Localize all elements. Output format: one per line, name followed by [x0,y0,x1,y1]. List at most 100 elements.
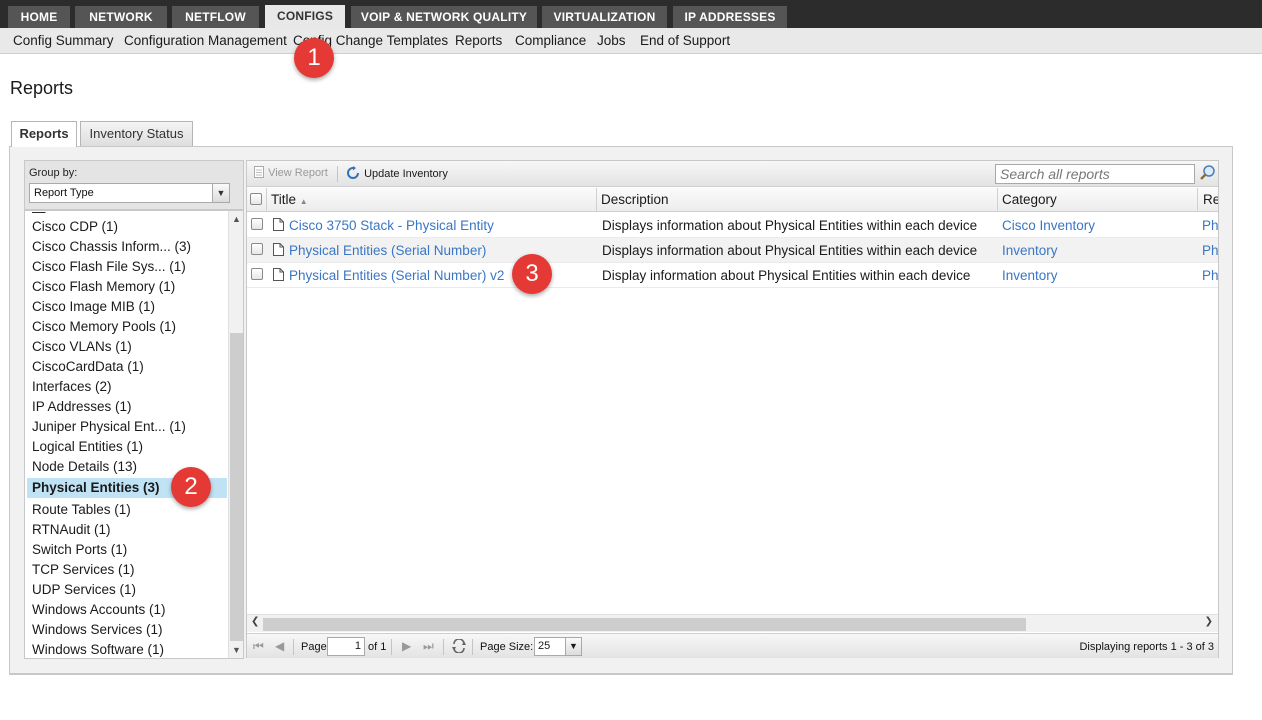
tab-virtualization[interactable]: VIRTUALIZATION [542,6,667,28]
list-item[interactable]: Interfaces (2) [32,379,112,394]
tab-voip[interactable]: VOIP & NETWORK QUALITY [351,6,537,28]
search-input[interactable]: Search all reports [995,164,1195,184]
page-size-value: 25 [538,640,551,652]
group-by-select[interactable]: Report Type ▼ [29,183,230,203]
list-item[interactable]: Windows Software (1) [32,642,164,657]
tab-configs[interactable]: CONFIGS [265,5,345,28]
tab-network[interactable]: NETWORK [75,6,167,28]
row-checkbox[interactable] [251,268,263,280]
document-icon [273,243,284,256]
column-category[interactable]: Category [998,188,1198,212]
page-title: Reports [10,78,74,98]
subnav-config-summary[interactable]: Config Summary [13,33,114,48]
view-report-label: View Report [268,167,328,179]
group-by-label: Group by: [29,167,78,179]
report-type-link[interactable]: Ph [1202,238,1218,263]
annotation-marker-2: 2 [171,467,211,507]
category-link[interactable]: Inventory [1002,263,1192,288]
update-inventory-button[interactable]: Update Inventory [345,166,448,180]
top-navigation: HOME NETWORK NETFLOW CONFIGS VOIP & NETW… [0,0,1262,28]
category-link[interactable]: Inventory [1002,238,1192,263]
page-number-input[interactable]: 1 [327,637,365,656]
column-title[interactable]: Title ▲ [267,188,597,212]
list-item[interactable]: Cisco Flash File Sys... (1) [32,259,186,274]
title-cell: Cisco 3750 Stack - Physical Entity [273,213,593,238]
group-list: — Cisco CDP (1) Cisco Chassis Inform... … [24,210,244,659]
list-item[interactable]: CiscoCardData (1) [32,359,144,374]
tab-ip-addresses[interactable]: IP ADDRESSES [673,6,787,28]
refresh-icon[interactable] [451,639,467,653]
report-title-link[interactable]: Physical Entities (Serial Number) [289,243,486,258]
header-checkbox-cell [247,188,267,212]
column-report-type[interactable]: Re [1198,188,1218,212]
pager-divider [443,639,444,655]
subnav-compliance[interactable]: Compliance [515,33,586,48]
grid-horizontal-scrollbar[interactable]: ❮ ❯ [247,614,1218,632]
table-header: Title ▲ Description Category Re [247,188,1218,212]
table-row[interactable]: Cisco 3750 Stack - Physical Entity Displ… [247,213,1218,238]
list-item[interactable]: Logical Entities (1) [32,439,143,454]
list-item[interactable]: Route Tables (1) [32,502,131,517]
grid-toolbar: View Report Update Inventory Search all … [247,161,1218,187]
description-cell: Displays information about Physical Enti… [602,218,978,233]
list-item[interactable]: Cisco Flash Memory (1) [32,279,175,294]
panel-bottom-border [9,674,1233,675]
scrollbar-thumb[interactable] [230,333,243,641]
list-item[interactable]: Cisco Memory Pools (1) [32,319,176,334]
row-checkbox[interactable] [251,243,263,255]
list-item[interactable]: Windows Accounts (1) [32,602,166,617]
tab-inventory-status[interactable]: Inventory Status [80,121,193,146]
subnav-jobs[interactable]: Jobs [597,33,626,48]
chevron-down-icon[interactable]: ▼ [212,183,230,203]
table-row[interactable]: Physical Entities (Serial Number) v2 Dis… [247,263,1218,288]
subnav-reports[interactable]: Reports [455,33,502,48]
list-item[interactable]: TCP Services (1) [32,562,135,577]
reports-grid: View Report Update Inventory Search all … [246,160,1219,658]
next-page-icon[interactable]: ▶ [402,639,411,653]
list-item[interactable]: Cisco CDP (1) [32,219,118,234]
tab-home[interactable]: HOME [8,6,70,28]
list-item[interactable]: RTNAudit (1) [32,522,111,537]
list-item[interactable]: Cisco VLANs (1) [32,339,132,354]
subnav-end-of-support[interactable]: End of Support [640,33,730,48]
column-description[interactable]: Description [597,188,998,212]
last-page-icon[interactable]: ⏭ [423,639,434,654]
report-icon [254,166,264,178]
chevron-down-icon[interactable]: ▼ [565,637,582,656]
list-item[interactable]: IP Addresses (1) [32,399,132,414]
row-checkbox[interactable] [251,218,263,230]
scroll-right-icon[interactable]: ❯ [1205,616,1213,627]
scroll-down-icon[interactable]: ▼ [229,645,243,655]
page-size-select[interactable]: 25 ▼ [534,637,582,656]
subnav-configuration-management[interactable]: Configuration Management [124,33,287,48]
tab-reports[interactable]: Reports [11,121,77,147]
search-icon[interactable] [1199,164,1217,182]
category-link[interactable]: Cisco Inventory [1002,213,1192,238]
previous-page-icon[interactable]: ◀ [275,639,284,653]
report-title-link[interactable]: Cisco 3750 Stack - Physical Entity [289,218,494,233]
scrollbar-thumb[interactable] [263,618,1026,631]
list-item[interactable]: Juniper Physical Ent... (1) [32,419,186,434]
report-type-link[interactable]: Ph [1202,263,1218,288]
view-report-button[interactable]: View Report [253,166,328,179]
list-item[interactable]: Windows Services (1) [32,622,163,637]
first-page-icon[interactable]: ⏮ [253,639,264,654]
scroll-up-icon[interactable]: ▲ [229,214,243,224]
update-inventory-label: Update Inventory [364,168,448,180]
annotation-marker-3: 3 [512,254,552,294]
page-count-label: of 1 [368,641,387,653]
document-icon [273,218,284,231]
select-all-checkbox[interactable] [250,193,262,205]
list-item[interactable]: Cisco Chassis Inform... (3) [32,239,191,254]
scroll-left-icon[interactable]: ❮ [251,616,259,627]
tab-netflow[interactable]: NETFLOW [172,6,259,28]
list-item[interactable]: Switch Ports (1) [32,542,127,557]
table-row[interactable]: Physical Entities (Serial Number) Displa… [247,238,1218,263]
list-item[interactable]: UDP Services (1) [32,582,136,597]
pagination-bar: ⏮ ◀ Page 1 of 1 ▶ ⏭ Page Size: 25 ▼ Disp… [247,633,1218,658]
list-item[interactable]: Node Details (13) [32,459,137,474]
list-item[interactable]: Cisco Image MIB (1) [32,299,155,314]
report-type-link[interactable]: Ph [1202,213,1218,238]
report-title-link[interactable]: Physical Entities (Serial Number) v2 [289,268,504,283]
group-list-scrollbar[interactable]: ▲ ▼ [228,211,243,658]
